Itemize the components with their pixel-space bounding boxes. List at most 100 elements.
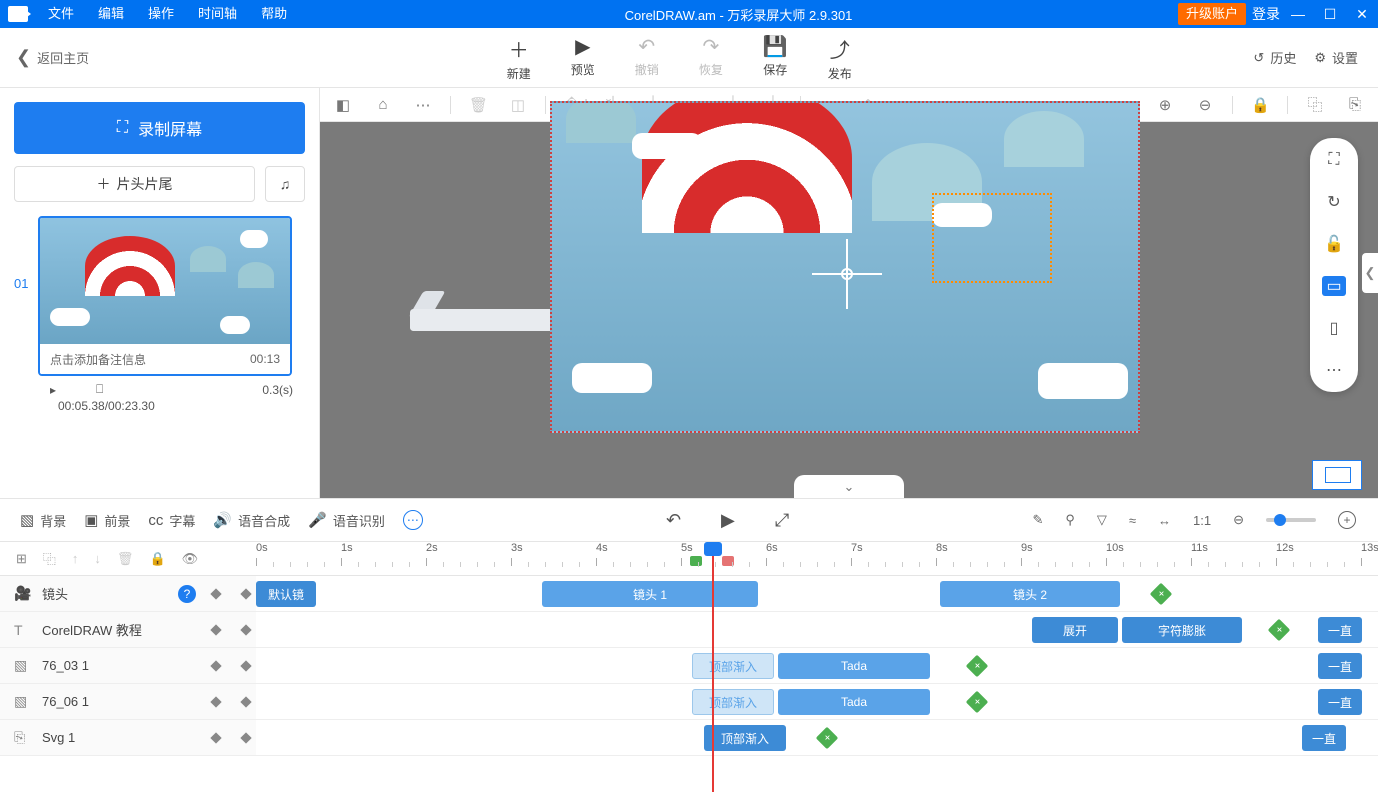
move-up-icon[interactable]: ↑ <box>72 551 79 566</box>
login-button[interactable]: 登录 <box>1250 0 1282 28</box>
zoom-in-icon[interactable]: ⊕ <box>1156 96 1174 114</box>
back-home-button[interactable]: ❮ 返回主页 <box>0 47 105 68</box>
fullscreen-icon[interactable]: ⛶ <box>1324 150 1344 170</box>
clip[interactable]: 镜头 2 <box>940 581 1120 607</box>
collapse-canvas-icon[interactable]: ⌄ <box>794 475 904 498</box>
home-icon[interactable]: ⌂ <box>374 96 392 113</box>
paste-icon[interactable]: ⎘ <box>1346 96 1364 113</box>
play-icon[interactable]: ▶ <box>721 510 735 531</box>
zoom-out-icon[interactable]: ⊖ <box>1196 96 1214 114</box>
move-down-icon[interactable]: ↓ <box>94 551 101 566</box>
menu-help[interactable]: 帮助 <box>249 0 299 28</box>
zoom-minus-icon[interactable]: ⊖ <box>1233 512 1244 528</box>
clip[interactable]: 展开 <box>1032 617 1118 643</box>
track-body[interactable]: 顶部渐入Tada 一直 <box>256 648 1378 683</box>
clip[interactable]: 镜头 1 <box>542 581 758 607</box>
zoom-slider[interactable] <box>1266 518 1316 522</box>
menu-timeline[interactable]: 时间轴 <box>186 0 249 28</box>
unlock-icon[interactable]: 🔓 <box>1324 234 1344 254</box>
edit-track-icon[interactable]: ✎ <box>1032 512 1043 528</box>
clip[interactable]: 一直 <box>1302 725 1346 751</box>
music-button[interactable]: ♫ <box>265 166 305 202</box>
canvas-frame[interactable] <box>550 101 1140 433</box>
visibility-icon[interactable]: 👁 <box>182 551 199 567</box>
clip[interactable]: Tada <box>778 653 930 679</box>
action-预览[interactable]: ▶预览 <box>571 34 595 82</box>
add-keyframe-icon[interactable] <box>1270 621 1288 639</box>
action-发布[interactable]: ⤴发布 <box>828 34 852 82</box>
clip[interactable]: 一直 <box>1318 653 1362 679</box>
settings-button[interactable]: ⚙ 设置 <box>1314 48 1358 67</box>
tab-foreground[interactable]: ▣前景 <box>84 511 130 530</box>
selection-box[interactable] <box>932 193 1052 283</box>
keyframe-next-icon[interactable] <box>240 696 251 707</box>
clip[interactable]: 字符膨胀 <box>1122 617 1242 643</box>
play-scene-icon[interactable]: ▸ <box>50 383 56 397</box>
delete-track-icon[interactable]: 🗑 <box>117 551 134 567</box>
keyframe-next-icon[interactable] <box>240 732 251 743</box>
track-body[interactable]: 默认镜 镜头 1 镜头 2 <box>256 576 1378 611</box>
clip[interactable]: 默认镜 <box>256 581 316 607</box>
upgrade-button[interactable]: 升级账户 <box>1178 3 1246 25</box>
clip[interactable]: 一直 <box>1318 689 1362 715</box>
thumb-note[interactable]: 点击添加备注信息 <box>50 351 146 368</box>
lock-track-icon[interactable]: 🔒 <box>149 551 165 567</box>
maximize-icon[interactable]: ☐ <box>1314 0 1346 28</box>
action-撤销[interactable]: ↶撤销 <box>635 34 659 82</box>
copy-icon[interactable]: ⿻ <box>1306 94 1324 115</box>
minimap[interactable] <box>1312 460 1362 490</box>
funnel-icon[interactable]: ▽ <box>1097 512 1107 528</box>
marker-in-icon[interactable] <box>690 556 702 566</box>
clip[interactable]: 顶部渐入 <box>704 725 786 751</box>
track-body[interactable]: 顶部渐入Tada 一直 <box>256 684 1378 719</box>
track-head[interactable]: ▧ 76_03 1 <box>0 648 256 683</box>
rewind-icon[interactable]: ↶ <box>666 510 681 531</box>
delete-icon[interactable]: 🗑 <box>469 96 487 114</box>
fit-width-icon[interactable]: ↔ <box>1158 513 1171 528</box>
keyframe-prev-icon[interactable] <box>210 624 221 635</box>
add-keyframe-icon[interactable] <box>818 729 836 747</box>
lock-icon[interactable]: 🔒 <box>1251 96 1269 114</box>
align-canvas-icon[interactable]: ◧ <box>334 96 352 114</box>
keyframe-next-icon[interactable] <box>240 588 251 599</box>
clip[interactable]: 顶部渐入 <box>692 653 774 679</box>
menu-action[interactable]: 操作 <box>136 0 186 28</box>
track-body[interactable]: 顶部渐入 一直 <box>256 720 1378 755</box>
keyframe-prev-icon[interactable] <box>210 588 221 599</box>
expand-play-icon[interactable]: ⤢ <box>775 510 789 531</box>
redo-view-icon[interactable]: ↻ <box>1324 192 1344 212</box>
playhead[interactable] <box>712 542 714 792</box>
track-head[interactable]: ▧ 76_06 1 <box>0 684 256 719</box>
tab-tts[interactable]: 🔊语音合成 <box>213 511 290 530</box>
history-button[interactable]: ↺ 历史 <box>1253 48 1296 67</box>
add-keyframe-icon[interactable] <box>1152 585 1170 603</box>
desktop-view-icon[interactable]: ▭ <box>1322 276 1346 296</box>
keyframe-prev-icon[interactable] <box>210 660 221 671</box>
mobile-view-icon[interactable]: ▯ <box>1324 318 1344 338</box>
clip[interactable]: 顶部渐入 <box>692 689 774 715</box>
help-icon[interactable]: ? <box>178 585 196 603</box>
title-segment-button[interactable]: ＋ 片头片尾 <box>14 166 255 202</box>
keyframe-prev-icon[interactable] <box>210 696 221 707</box>
close-icon[interactable]: ✕ <box>1346 0 1378 28</box>
more-view-icon[interactable]: ⋯ <box>1324 360 1344 380</box>
more-options-icon[interactable]: ⋯ <box>414 96 432 114</box>
action-保存[interactable]: 💾保存 <box>763 34 788 82</box>
clip[interactable]: Tada <box>778 689 930 715</box>
action-新建[interactable]: ＋新建 <box>507 34 531 82</box>
minimize-icon[interactable]: — <box>1282 0 1314 28</box>
keyframe-prev-icon[interactable] <box>210 732 221 743</box>
tab-asr[interactable]: 🎤语音识别 <box>308 511 385 530</box>
time-ruler[interactable]: 0s1s2s3s4s5s6s7s8s9s10s11s12s13s <box>256 542 1378 575</box>
door-icon[interactable]: ⎕ <box>96 382 103 397</box>
tab-subtitle[interactable]: cc字幕 <box>148 511 195 530</box>
adjust-icon[interactable]: ≈ <box>1129 513 1136 528</box>
track-head[interactable]: 🎥 镜头 ? <box>0 576 256 611</box>
keyframe-next-icon[interactable] <box>240 660 251 671</box>
more-tabs-icon[interactable]: ⋯ <box>403 510 423 530</box>
menu-file[interactable]: 文件 <box>36 0 86 28</box>
expand-handle[interactable]: ❮ <box>1362 253 1378 293</box>
menu-edit[interactable]: 编辑 <box>86 0 136 28</box>
add-keyframe-icon[interactable] <box>968 693 986 711</box>
clip[interactable]: 一直 <box>1318 617 1362 643</box>
